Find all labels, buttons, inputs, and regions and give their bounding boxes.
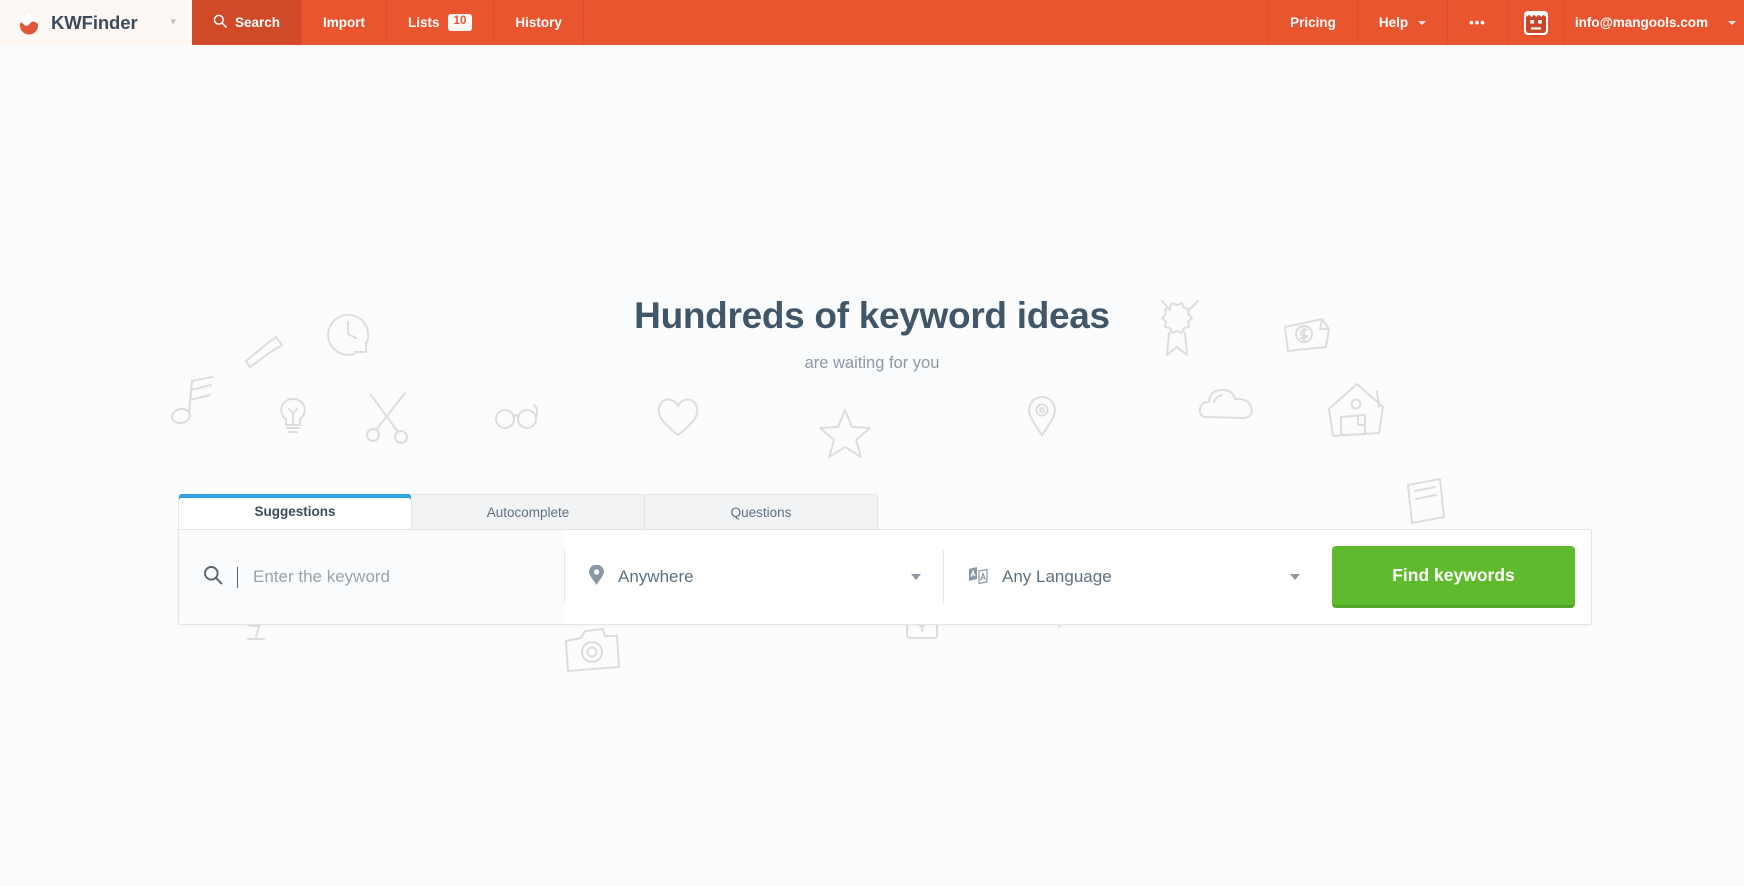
primary-nav: Search Import Lists 10 History (192, 0, 584, 45)
language-value: Any Language (1002, 567, 1112, 586)
search-icon (203, 565, 223, 590)
music-note-icon (171, 376, 213, 425)
tab-label: Questions (730, 504, 792, 520)
page-subtitle: are waiting for you (804, 354, 940, 372)
cloud-icon (1198, 389, 1253, 419)
submit-area: Find keywords (1332, 530, 1591, 624)
chevron-down-icon (911, 574, 921, 580)
search-form: Enter the keyword Anywhere Any Language … (178, 529, 1592, 625)
keyword-input-wrapper[interactable]: Enter the keyword (179, 530, 564, 624)
brand-home-link[interactable]: KWFinder ▾ (0, 0, 192, 45)
navbar-spacer (584, 0, 1270, 45)
lists-count-badge: 10 (447, 14, 473, 31)
nav-item-history[interactable]: History (494, 0, 584, 45)
nav-item-more[interactable]: ••• (1448, 0, 1508, 45)
keyword-search-panel: Suggestions Autocomplete Questions Enter… (178, 494, 1592, 625)
map-pin-icon (1027, 396, 1057, 437)
tab-suggestions[interactable]: Suggestions (178, 494, 412, 529)
nav-item-label: Pricing (1290, 15, 1336, 30)
heart-icon (657, 398, 699, 436)
chevron-down-icon (1728, 20, 1736, 25)
chevron-down-icon (1418, 20, 1427, 25)
tab-questions[interactable]: Questions (644, 494, 878, 529)
user-email-label: info@mangools.com (1574, 15, 1708, 30)
brand-name: KWFinder (51, 11, 138, 33)
background-doodles (0, 45, 1744, 886)
scissors-icon (366, 392, 408, 444)
nav-item-label: Lists (408, 15, 440, 30)
house-icon (1328, 383, 1384, 437)
tab-autocomplete[interactable]: Autocomplete (411, 494, 645, 529)
navbar-edge-dropdown[interactable] (1724, 0, 1744, 45)
location-value: Anywhere (618, 567, 694, 586)
glasses-icon (495, 404, 539, 429)
language-select[interactable]: Any Language (944, 530, 1322, 624)
find-keywords-button[interactable]: Find keywords (1332, 546, 1575, 608)
search-icon (213, 14, 227, 31)
star-icon (819, 409, 871, 458)
nav-item-import[interactable]: Import (302, 0, 388, 45)
chevron-down-icon[interactable]: ▾ (170, 17, 176, 28)
top-navbar: KWFinder ▾ Search Import Lists 10 Histor… (0, 0, 1744, 45)
nav-item-label: Help (1378, 15, 1409, 30)
avatar-container[interactable] (1508, 0, 1565, 45)
nav-item-label: History (515, 15, 562, 30)
secondary-nav: Pricing Help ••• info@mangools.com (1269, 0, 1744, 45)
nav-item-label: Import (323, 15, 366, 30)
nav-item-search[interactable]: Search (192, 0, 303, 45)
user-email-menu[interactable]: info@mangools.com (1565, 0, 1724, 45)
tab-label: Autocomplete (486, 504, 570, 520)
text-cursor (237, 566, 238, 588)
nav-item-label: Search (235, 15, 281, 30)
page-title: Hundreds of keyword ideas (634, 295, 1110, 336)
hero-section: Hundreds of keyword ideas are waiting fo… (0, 45, 1744, 886)
nav-item-lists[interactable]: Lists 10 (387, 0, 495, 45)
location-select[interactable]: Anywhere (565, 530, 943, 624)
map-pin-icon (589, 564, 604, 590)
translate-icon (968, 565, 988, 590)
hero-headline-group: Hundreds of keyword ideas are waiting fo… (0, 295, 1744, 373)
robot-avatar-icon (1521, 8, 1551, 38)
camera-icon (565, 628, 620, 672)
more-dots-icon: ••• (1469, 15, 1486, 30)
search-input-placeholder: Enter the keyword (253, 567, 391, 586)
tab-label: Suggestions (254, 504, 336, 519)
kwfinder-droplet-logo-icon (18, 10, 40, 36)
chevron-down-icon (1290, 574, 1300, 580)
nav-item-pricing[interactable]: Pricing (1269, 0, 1358, 45)
nav-item-help[interactable]: Help (1358, 0, 1449, 45)
lightbulb-icon (280, 397, 306, 433)
search-mode-tabs: Suggestions Autocomplete Questions (178, 494, 1592, 529)
